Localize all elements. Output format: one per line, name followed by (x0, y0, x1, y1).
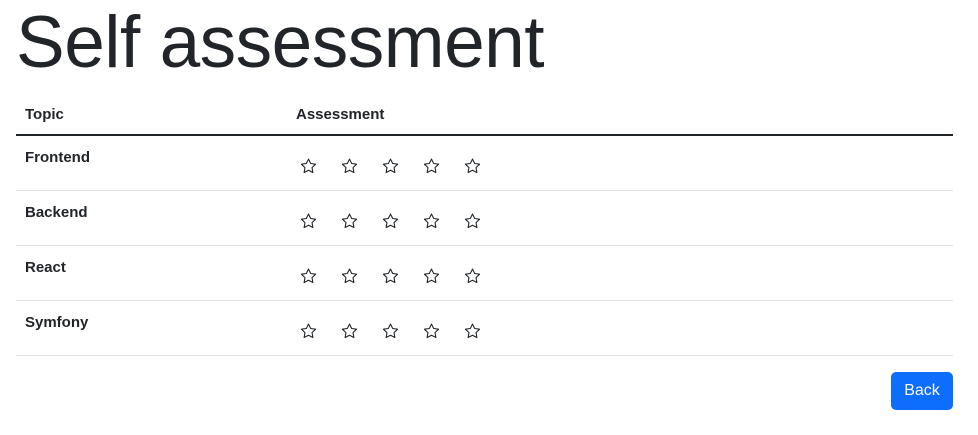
rating-cell (287, 190, 953, 246)
table-row: Symfony (16, 300, 953, 356)
topic-cell: Frontend (16, 135, 287, 191)
star-outline-icon[interactable] (422, 212, 441, 231)
star-rating (296, 191, 944, 231)
column-header-assessment: Assessment (287, 94, 953, 136)
table-row: React (16, 245, 953, 301)
star-outline-icon[interactable] (299, 322, 318, 341)
topic-cell: React (16, 245, 287, 301)
star-outline-icon[interactable] (381, 157, 400, 176)
star-outline-icon[interactable] (299, 212, 318, 231)
topic-cell: Backend (16, 190, 287, 246)
table-header-row: Topic Assessment (16, 94, 953, 136)
star-outline-icon[interactable] (381, 212, 400, 231)
star-outline-icon[interactable] (463, 322, 482, 341)
star-rating (296, 136, 944, 176)
rating-cell (287, 245, 953, 301)
star-outline-icon[interactable] (463, 267, 482, 286)
table-row: Backend (16, 190, 953, 246)
star-outline-icon[interactable] (340, 267, 359, 286)
topic-cell: Symfony (16, 300, 287, 356)
star-outline-icon[interactable] (463, 157, 482, 176)
star-outline-icon[interactable] (299, 157, 318, 176)
star-outline-icon[interactable] (340, 212, 359, 231)
star-outline-icon[interactable] (422, 267, 441, 286)
star-rating (296, 246, 944, 286)
star-outline-icon[interactable] (381, 322, 400, 341)
star-outline-icon[interactable] (463, 212, 482, 231)
column-header-topic: Topic (16, 94, 287, 136)
star-rating (296, 301, 944, 341)
rating-cell (287, 135, 953, 191)
assessment-table: Topic Assessment Frontend Backend React … (16, 94, 953, 356)
star-outline-icon[interactable] (299, 267, 318, 286)
star-outline-icon[interactable] (340, 157, 359, 176)
back-button[interactable]: Back (891, 372, 953, 410)
page-title: Self assessment (16, 2, 545, 83)
star-outline-icon[interactable] (340, 322, 359, 341)
star-outline-icon[interactable] (422, 322, 441, 341)
table-row: Frontend (16, 135, 953, 191)
star-outline-icon[interactable] (381, 267, 400, 286)
star-outline-icon[interactable] (422, 157, 441, 176)
self-assessment-page: Self assessment Topic Assessment Fronten… (0, 0, 978, 435)
rating-cell (287, 300, 953, 356)
